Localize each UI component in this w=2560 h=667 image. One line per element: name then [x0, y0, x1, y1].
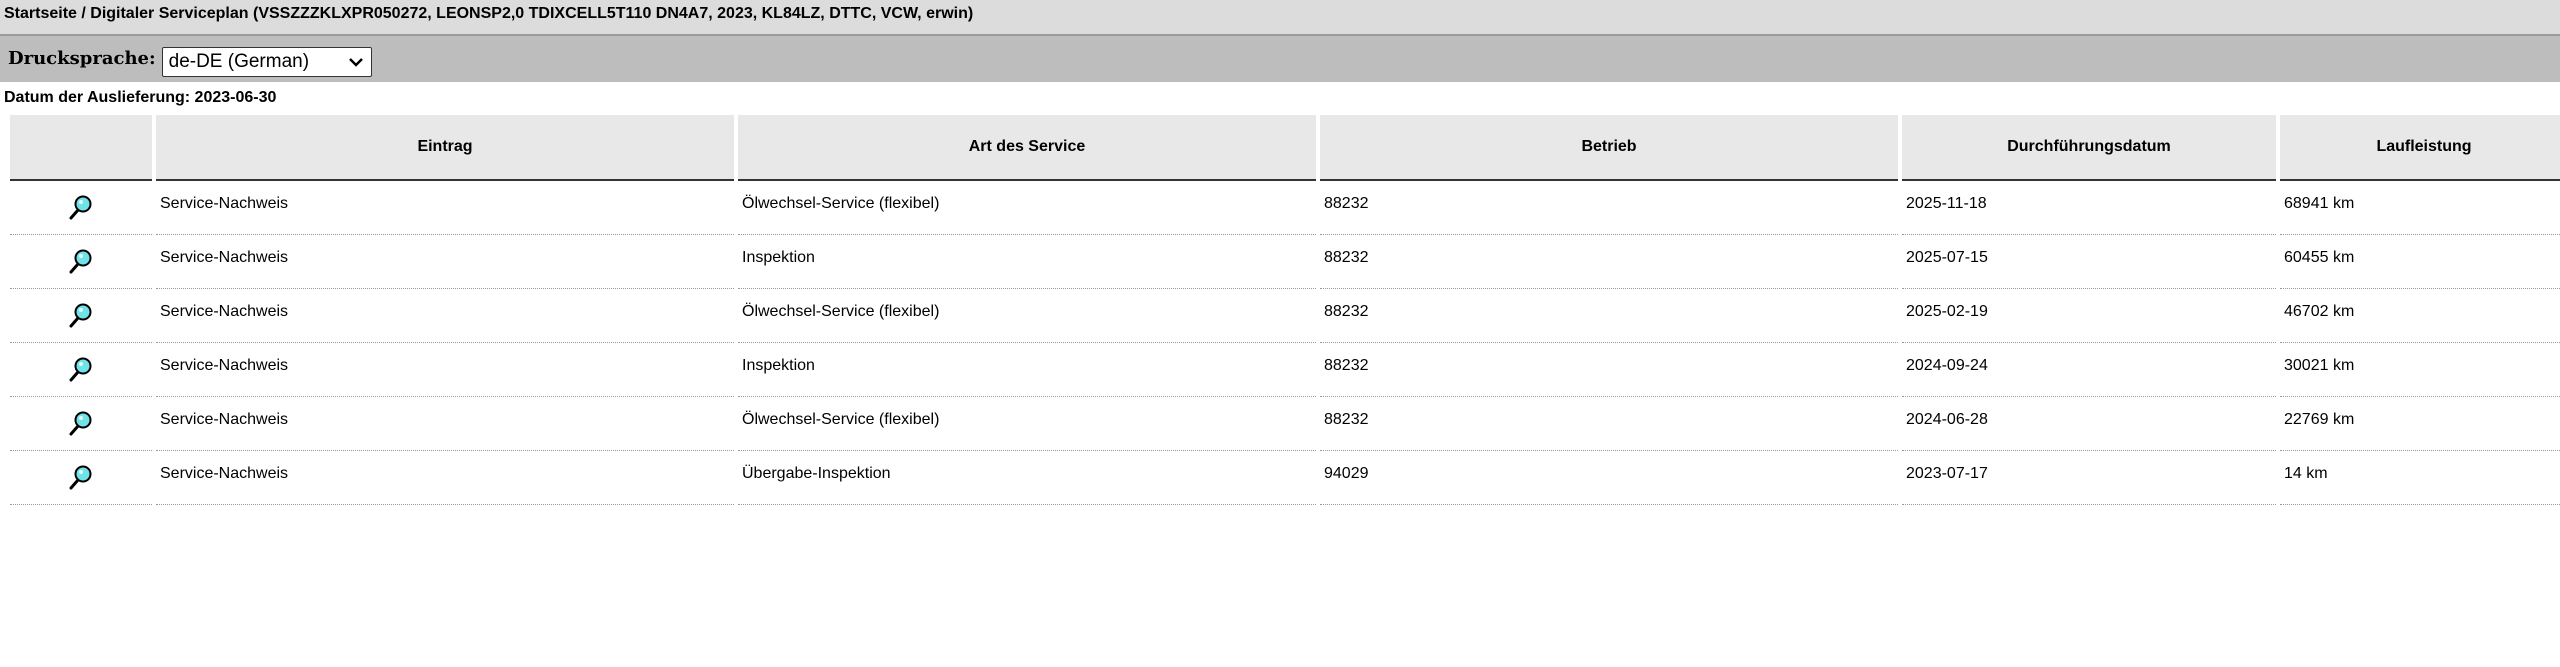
cell-durchfuehrungsdatum: 2023-07-17: [1902, 451, 2276, 505]
table-header-row: Eintrag Art des Service Betrieb Durchfüh…: [10, 115, 2560, 181]
cell-durchfuehrungsdatum: 2024-09-24: [1902, 343, 2276, 397]
print-language-select[interactable]: de-DE (German): [161, 47, 372, 77]
cell-betrieb: 94029: [1320, 451, 1898, 505]
table-row: Service-Nachweis Ölwechsel-Service (flex…: [10, 397, 2560, 451]
cell-eintrag: Service-Nachweis: [156, 235, 734, 289]
cell-laufleistung: 60455 km: [2280, 235, 2560, 289]
magnifier-icon[interactable]: [68, 355, 94, 383]
magnifier-icon[interactable]: [68, 193, 94, 221]
column-header-art-des-service[interactable]: Art des Service: [738, 115, 1316, 181]
cell-eintrag: Service-Nachweis: [156, 451, 734, 505]
print-language-label: Drucksprache:: [8, 48, 156, 69]
column-header-durchfuehrungsdatum[interactable]: Durchführungsdatum: [1902, 115, 2276, 181]
column-header-laufleistung[interactable]: Laufleistung: [2280, 115, 2560, 181]
cell-laufleistung: 68941 km: [2280, 181, 2560, 235]
table-row: Service-Nachweis Übergabe-Inspektion 940…: [10, 451, 2560, 505]
details-cell: [10, 181, 152, 235]
details-cell: [10, 289, 152, 343]
breadcrumb: Startseite / Digitaler Serviceplan (VSSZ…: [0, 0, 2560, 36]
magnifier-icon[interactable]: [68, 301, 94, 329]
print-language-selected-value: de-DE (German): [168, 51, 310, 72]
cell-laufleistung: 46702 km: [2280, 289, 2560, 343]
cell-betrieb: 88232: [1320, 397, 1898, 451]
cell-art-des-service: Ölwechsel-Service (flexibel): [738, 181, 1316, 235]
cell-durchfuehrungsdatum: 2024-06-28: [1902, 397, 2276, 451]
chevron-down-icon: [348, 58, 363, 67]
cell-art-des-service: Inspektion: [738, 343, 1316, 397]
cell-laufleistung: 30021 km: [2280, 343, 2560, 397]
cell-durchfuehrungsdatum: 2025-07-15: [1902, 235, 2276, 289]
magnifier-icon[interactable]: [68, 247, 94, 275]
table-row: Service-Nachweis Inspektion 88232 2024-0…: [10, 343, 2560, 397]
column-header-eintrag[interactable]: Eintrag: [156, 115, 734, 181]
cell-art-des-service: Ölwechsel-Service (flexibel): [738, 397, 1316, 451]
delivery-date: Datum der Auslieferung: 2023-06-30: [4, 89, 277, 106]
cell-durchfuehrungsdatum: 2025-11-18: [1902, 181, 2276, 235]
print-language-bar: Drucksprache: de-DE (German): [0, 36, 2560, 82]
details-cell: [10, 451, 152, 505]
cell-eintrag: Service-Nachweis: [156, 397, 734, 451]
table-row: Service-Nachweis Ölwechsel-Service (flex…: [10, 289, 2560, 343]
cell-art-des-service: Inspektion: [738, 235, 1316, 289]
magnifier-icon[interactable]: [68, 409, 94, 437]
cell-laufleistung: 14 km: [2280, 451, 2560, 505]
cell-laufleistung: 22769 km: [2280, 397, 2560, 451]
cell-betrieb: 88232: [1320, 181, 1898, 235]
cell-betrieb: 88232: [1320, 235, 1898, 289]
cell-betrieb: 88232: [1320, 289, 1898, 343]
table-row: Service-Nachweis Ölwechsel-Service (flex…: [10, 181, 2560, 235]
column-header-betrieb[interactable]: Betrieb: [1320, 115, 1898, 181]
cell-eintrag: Service-Nachweis: [156, 343, 734, 397]
details-cell: [10, 397, 152, 451]
cell-eintrag: Service-Nachweis: [156, 181, 734, 235]
magnifier-icon[interactable]: [68, 463, 94, 491]
details-cell: [10, 235, 152, 289]
cell-eintrag: Service-Nachweis: [156, 289, 734, 343]
cell-betrieb: 88232: [1320, 343, 1898, 397]
column-header-icon: [10, 115, 152, 181]
table-row: Service-Nachweis Inspektion 88232 2025-0…: [10, 235, 2560, 289]
cell-art-des-service: Ölwechsel-Service (flexibel): [738, 289, 1316, 343]
cell-durchfuehrungsdatum: 2025-02-19: [1902, 289, 2276, 343]
service-table: Eintrag Art des Service Betrieb Durchfüh…: [6, 115, 2560, 505]
details-cell: [10, 343, 152, 397]
cell-art-des-service: Übergabe-Inspektion: [738, 451, 1316, 505]
